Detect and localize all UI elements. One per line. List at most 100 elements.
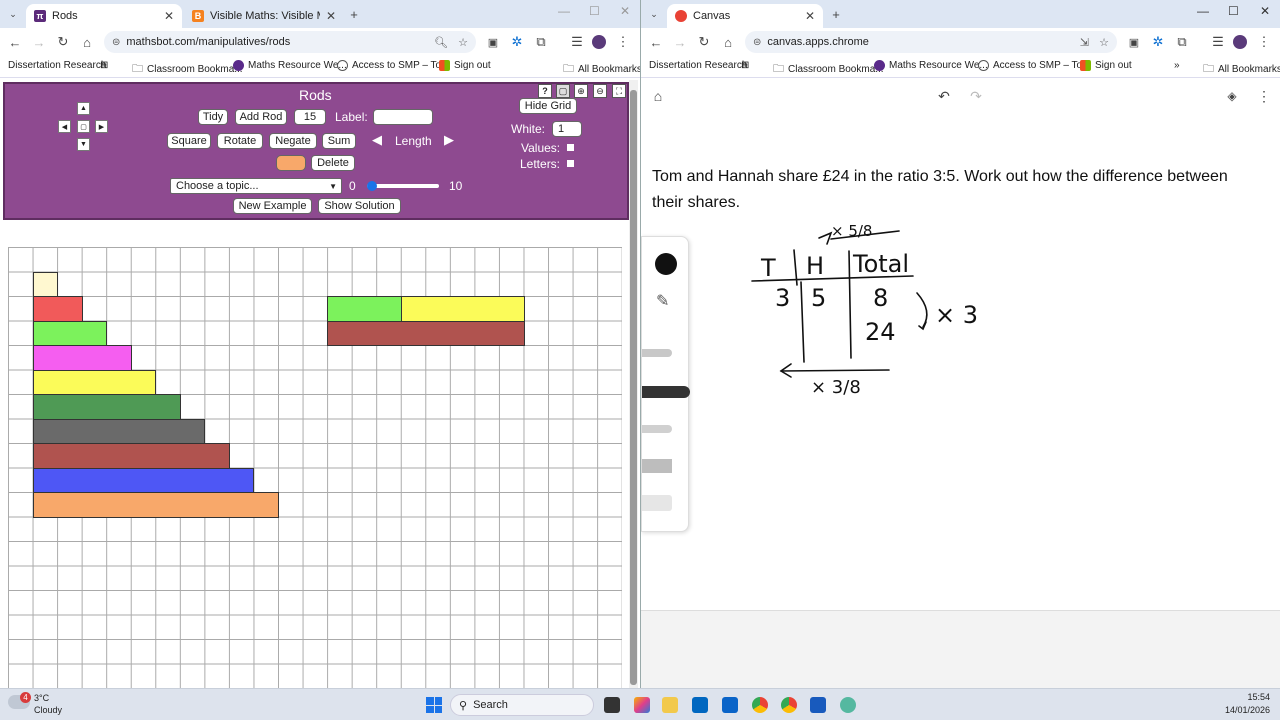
zoom-icon[interactable]: 🔍︎ bbox=[434, 36, 448, 49]
apps-grid-icon[interactable]: ⊞ bbox=[100, 60, 108, 71]
sum-button[interactable]: Sum bbox=[322, 133, 356, 149]
white-value-input[interactable]: 1 bbox=[552, 121, 582, 137]
move-left-icon[interactable]: ◀ bbox=[58, 120, 71, 133]
fullscreen-icon[interactable]: ⛶ bbox=[612, 84, 626, 98]
reload-icon[interactable]: ↻ bbox=[54, 33, 72, 51]
menu-icon[interactable]: ⋮ bbox=[614, 33, 632, 51]
reading-list-icon[interactable]: ☰ bbox=[568, 33, 586, 51]
length-decrease-icon[interactable]: ◀ bbox=[372, 132, 382, 148]
minimize-icon[interactable]: — bbox=[558, 4, 570, 18]
square-view-icon[interactable]: ▢ bbox=[556, 84, 570, 98]
profile-avatar[interactable] bbox=[592, 35, 606, 49]
copilot-icon[interactable] bbox=[634, 697, 650, 713]
square-button[interactable]: Square bbox=[167, 133, 211, 149]
show-solution-button[interactable]: Show Solution bbox=[318, 198, 401, 214]
colour-swatch-button[interactable] bbox=[276, 155, 306, 171]
scrollbar[interactable] bbox=[629, 80, 638, 688]
start-windows-icon[interactable] bbox=[426, 697, 442, 713]
move-right-icon[interactable]: ▶ bbox=[95, 120, 108, 133]
new-tab-icon[interactable]: + bbox=[345, 5, 363, 23]
rod-1[interactable] bbox=[32, 271, 59, 297]
rod-6[interactable] bbox=[32, 394, 181, 420]
rod-8[interactable] bbox=[32, 443, 230, 469]
rod-9[interactable] bbox=[32, 467, 255, 493]
extension-icon[interactable]: ▣ bbox=[484, 33, 502, 51]
tab-search-icon[interactable]: ⌄ bbox=[4, 5, 22, 23]
address-bar[interactable]: ⊜ mathsbot.com/manipulatives/rods 🔍︎ ☆ bbox=[104, 31, 476, 53]
tab-visible-maths[interactable]: B Visible Maths: Visible Maths Bo ✕ bbox=[184, 4, 344, 28]
weather-temp: 3°C bbox=[34, 693, 50, 703]
home-icon[interactable]: ⌂ bbox=[78, 33, 96, 51]
rod-5[interactable] bbox=[32, 369, 157, 395]
add-rod-button[interactable]: Add Rod bbox=[235, 109, 287, 125]
length-increase-icon[interactable]: ▶ bbox=[444, 132, 454, 148]
close-tab-icon[interactable]: ✕ bbox=[326, 9, 336, 23]
store-icon[interactable] bbox=[692, 697, 708, 713]
back-icon[interactable]: ← bbox=[6, 33, 24, 51]
tab-rods[interactable]: π Rods ✕ bbox=[26, 4, 182, 28]
forward-icon[interactable]: → bbox=[30, 33, 48, 51]
rods-grid-canvas[interactable] bbox=[8, 247, 622, 688]
zoom-out-icon[interactable]: ⊖ bbox=[593, 84, 607, 98]
bookmark-item[interactable]: Access to SMP – To... bbox=[337, 60, 449, 71]
values-checkbox[interactable] bbox=[567, 144, 574, 151]
rod-3[interactable] bbox=[32, 320, 108, 346]
rod-2[interactable] bbox=[32, 296, 83, 322]
header-h: H bbox=[806, 252, 824, 280]
bookmark-item[interactable]: Dissertation Research bbox=[8, 60, 106, 71]
weather-description: Cloudy bbox=[34, 705, 63, 715]
word-icon[interactable] bbox=[810, 697, 826, 713]
close-tab-icon[interactable]: ✕ bbox=[164, 9, 174, 23]
cell-total-amount: 24 bbox=[865, 318, 896, 346]
extension-icon-2[interactable]: ✲ bbox=[508, 33, 526, 51]
rod-7[interactable] bbox=[32, 418, 206, 444]
extensions-puzzle-icon[interactable]: ⧉ bbox=[532, 33, 550, 51]
new-example-button[interactable]: New Example bbox=[233, 198, 312, 214]
negate-button[interactable]: Negate bbox=[269, 133, 317, 149]
bottom-multiplier: × 3/8 bbox=[811, 377, 861, 398]
bookmark-folder[interactable]: 🗀︎ Classroom Bookma... bbox=[132, 60, 243, 79]
bookmark-item[interactable]: Sign out bbox=[439, 60, 491, 71]
rod-4[interactable] bbox=[32, 345, 132, 371]
header-t: T bbox=[760, 254, 776, 282]
task-view-icon[interactable] bbox=[604, 697, 620, 713]
move-up-icon[interactable]: ▲ bbox=[77, 102, 90, 115]
difficulty-slider[interactable] bbox=[367, 181, 439, 191]
help-icon[interactable]: ? bbox=[538, 84, 552, 98]
chrome-icon[interactable] bbox=[752, 697, 768, 713]
close-window-icon[interactable]: ✕ bbox=[620, 4, 630, 18]
move-down-icon[interactable]: ▼ bbox=[77, 138, 90, 151]
rod-3[interactable] bbox=[327, 296, 402, 322]
app-title: Rods bbox=[299, 87, 332, 103]
delete-button[interactable]: Delete bbox=[311, 155, 355, 171]
rotate-button[interactable]: Rotate bbox=[217, 133, 263, 149]
chrome-profile-icon[interactable] bbox=[781, 697, 797, 713]
tidy-button[interactable]: Tidy bbox=[198, 109, 228, 125]
cell-tom: 3 bbox=[775, 284, 790, 312]
taskbar-search-box[interactable]: ⚲ Search bbox=[450, 694, 594, 716]
select-icon[interactable]: ▢ bbox=[77, 120, 90, 133]
outlook-icon[interactable] bbox=[722, 697, 738, 713]
site-info-icon[interactable]: ⊜ bbox=[112, 37, 120, 48]
slider-handle[interactable] bbox=[367, 181, 377, 191]
hide-grid-button[interactable]: Hide Grid bbox=[519, 98, 577, 114]
cell-hannah: 5 bbox=[811, 284, 826, 312]
bookmark-item[interactable]: Maths Resource We... bbox=[233, 60, 347, 71]
clock-date[interactable]: 14/01/2026 bbox=[1212, 705, 1270, 715]
topic-select[interactable]: Choose a topic... ▼ bbox=[170, 178, 342, 194]
all-bookmarks[interactable]: 🗀︎ All Bookmarks bbox=[563, 60, 640, 79]
maximize-icon[interactable]: ☐ bbox=[589, 4, 600, 18]
file-explorer-icon[interactable] bbox=[662, 697, 678, 713]
rod-10[interactable] bbox=[32, 492, 280, 518]
tab-title: Visible Maths: Visible Maths Bo bbox=[210, 10, 320, 22]
rod-count-input[interactable]: 15 bbox=[294, 109, 326, 125]
clock-time[interactable]: 15:54 bbox=[1218, 692, 1270, 702]
app-icon[interactable] bbox=[840, 697, 856, 713]
rods-control-panel: Rods ▲ ◀ ▢ ▶ ▼ Tidy Add Rod 15 Label: Hi… bbox=[3, 82, 629, 220]
letters-checkbox[interactable] bbox=[567, 160, 574, 167]
zoom-in-icon[interactable]: ⊕ bbox=[574, 84, 588, 98]
rod-8[interactable] bbox=[327, 320, 525, 346]
label-input[interactable] bbox=[373, 109, 433, 125]
bookmark-star-icon[interactable]: ☆ bbox=[458, 36, 468, 49]
rod-5[interactable] bbox=[400, 296, 525, 322]
